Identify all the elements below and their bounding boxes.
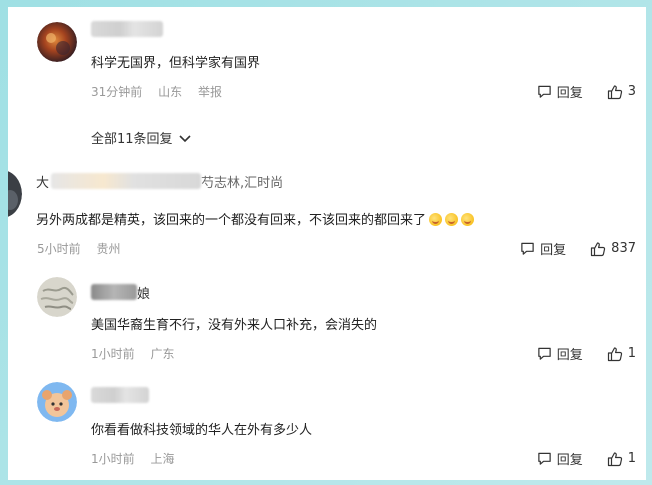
reply-button[interactable]: 回复 [537,82,583,101]
thumbs-up-icon [607,84,622,99]
comment-item: 你看看做科技领域的华人在外有多少人 1小时前 上海 回复 1 [8,374,646,480]
username[interactable] [91,20,163,38]
speech-bubble-icon [537,85,551,98]
reply-label: 回复 [556,348,583,363]
username-prefix: 大 [36,175,50,191]
reply-button[interactable]: 回复 [520,239,566,258]
avatar[interactable] [37,22,77,62]
report-link[interactable]: 举报 [198,85,222,99]
like-count: 3 [627,84,636,99]
username-visible: 芍志林,汇时尚 [201,175,284,191]
chevron-down-icon [178,134,191,142]
speech-bubble-icon [521,242,534,255]
comment-actions: 回复 1 [537,449,636,468]
reply-label: 回复 [556,453,583,468]
speech-bubble-icon [537,452,551,465]
comment-actions: 回复 837 [520,239,636,258]
comment-meta: 5小时前 贵州 [37,240,132,257]
comment-actions: 回复 3 [537,82,636,101]
like-count: 1 [627,451,636,466]
username[interactable]: 大 芍志林,汇时尚 [36,172,284,191]
reply-label: 回复 [556,86,583,101]
avatar[interactable] [37,277,77,317]
username[interactable]: 娘 [91,283,151,302]
avatar[interactable] [37,382,77,422]
comment-time: 5小时前 [37,242,81,256]
username-blurred [91,284,137,300]
comment-item: 科学无国界，但科学家有国界 31分钟前 山东 举报 回复 3 全部11条回复 [8,7,646,157]
reply-button[interactable]: 回复 [537,344,583,363]
comment-text: 美国华裔生育不行，没有外来人口补充，会消失的 [91,318,378,333]
speech-bubble-icon [537,347,551,360]
comment-actions: 回复 1 [537,344,636,363]
like-count: 1 [627,346,636,361]
comment-meta: 31分钟前 山东 举报 [91,83,234,100]
laughing-emoji-icon [445,213,459,226]
comment-location: 广东 [150,347,175,361]
comment-panel: 科学无国界，但科学家有国界 31分钟前 山东 举报 回复 3 全部11条回复 大… [8,7,646,480]
username-blurred [51,173,202,189]
reply-label: 回复 [540,243,567,258]
expand-replies-label: 全部11条回复 [91,132,173,147]
comment-item: 娘 美国华裔生育不行，没有外来人口补充，会消失的 1小时前 广东 回复 1 [8,269,646,369]
reply-button[interactable]: 回复 [537,449,583,468]
comment-meta: 1小时前 广东 [91,345,186,362]
comment-location: 上海 [150,452,175,466]
thumbs-up-icon [591,241,606,256]
thumbs-up-icon [607,346,622,361]
comment-meta: 1小时前 上海 [91,450,186,467]
username-blurred [91,21,163,37]
comment-time: 31分钟前 [91,85,143,99]
expand-replies-button[interactable]: 全部11条回复 [91,128,193,147]
comment-text-body: 另外两成都是精英，该回来的一个都没有回来，不该回来的都回来了 [36,213,427,228]
thumbs-up-icon [607,451,622,466]
comment-item: 大 芍志林,汇时尚 另外两成都是精英，该回来的一个都没有回来，不该回来的都回来了… [8,162,646,262]
username[interactable] [91,386,149,404]
comment-time: 1小时前 [91,452,135,466]
like-button[interactable]: 1 [607,451,636,467]
laughing-emoji-icon [429,213,443,226]
like-count: 837 [611,241,636,256]
username-blurred [91,387,149,403]
comment-time: 1小时前 [91,347,135,361]
comment-location: 贵州 [96,242,121,256]
like-button[interactable]: 837 [590,241,636,257]
comment-text: 科学无国界，但科学家有国界 [91,56,261,71]
laughing-emoji-icon [461,213,475,226]
like-button[interactable]: 3 [607,84,636,100]
comment-text: 你看看做科技领域的华人在外有多少人 [91,423,313,438]
username-visible: 娘 [137,286,151,302]
comment-location: 山东 [158,85,183,99]
comment-text: 另外两成都是精英，该回来的一个都没有回来，不该回来的都回来了 [36,209,475,228]
avatar[interactable] [8,170,22,218]
like-button[interactable]: 1 [607,346,636,362]
